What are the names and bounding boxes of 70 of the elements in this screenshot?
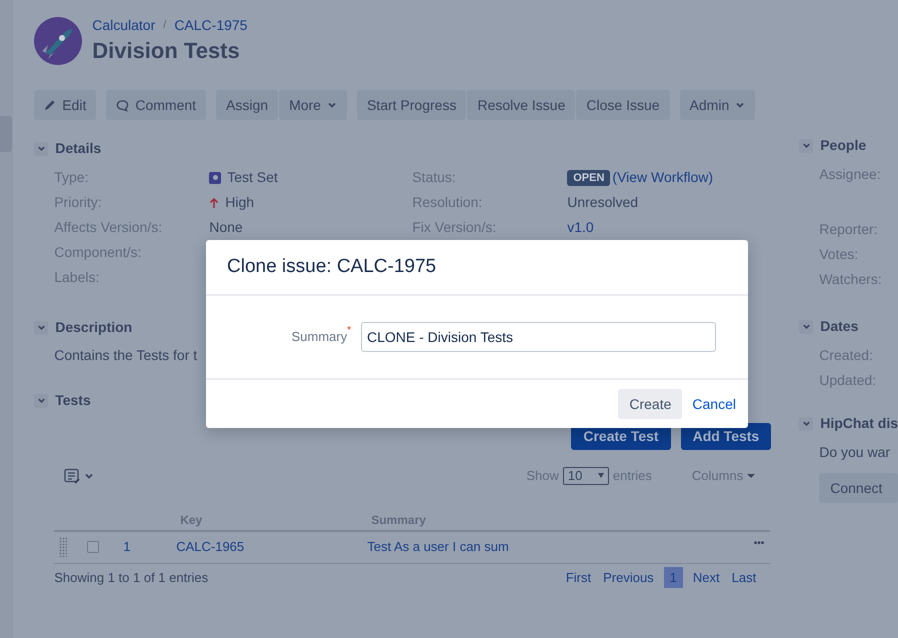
collapse-toggle[interactable] <box>799 416 814 430</box>
dropdown-icon <box>747 474 756 478</box>
toolbar-button[interactable]: Resolve Issue <box>467 90 576 120</box>
list-edit-icon <box>64 468 80 484</box>
field-value: Unresolved <box>567 193 638 212</box>
section-heading: People <box>820 136 866 155</box>
toolbar-button[interactable]: Assign <box>216 90 278 120</box>
field-label: Summary <box>291 329 348 346</box>
chevron-icon <box>802 141 811 150</box>
create-button[interactable]: Create <box>618 389 682 419</box>
page-size-select[interactable]: 10 <box>562 466 609 485</box>
toolbar-button[interactable]: Close Issue <box>576 90 670 120</box>
collapse-toggle[interactable] <box>34 320 48 334</box>
collapse-toggle[interactable] <box>799 320 814 334</box>
chevron-icon <box>36 323 46 332</box>
description-text: Contains the Tests for t <box>53 346 198 365</box>
chevron-icon <box>802 419 811 428</box>
toolbar-button[interactable]: Admin <box>680 90 756 120</box>
caret-icon <box>326 100 337 110</box>
entries-info: Showing 1 to 1 of 1 entries <box>54 568 208 587</box>
pagination-button[interactable]: 1 <box>664 567 683 588</box>
section-heading: Tests <box>55 391 91 410</box>
project-link[interactable]: Calculator <box>92 15 156 36</box>
drag-handle-icon[interactable] <box>59 537 68 557</box>
collapse-toggle[interactable] <box>34 394 48 408</box>
pencil-icon <box>44 99 56 111</box>
section-heading: Dates <box>820 317 858 336</box>
rocket-avatar-icon <box>34 16 82 64</box>
version-link[interactable]: v1.0 <box>567 217 594 238</box>
comment-icon <box>116 98 130 112</box>
test-summary-link[interactable]: Test As a user I can sum <box>367 537 509 557</box>
toolbar-button[interactable]: Edit <box>34 90 96 120</box>
row-checkbox[interactable] <box>87 541 100 553</box>
chevron-icon <box>36 396 46 405</box>
pagination-button[interactable]: Next <box>686 567 726 588</box>
caret-icon <box>735 100 746 110</box>
collapse-toggle[interactable] <box>799 138 814 152</box>
field-value: None <box>209 218 243 237</box>
dialog-title: Clone issue: CALC-1975 <box>206 240 748 296</box>
field-value: High <box>225 193 254 212</box>
pagination-button[interactable]: Last <box>726 567 762 588</box>
row-actions-button[interactable]: ••• <box>754 536 764 550</box>
up-arrow-icon <box>209 196 220 208</box>
toolbar-button[interactable]: Comment <box>106 90 206 120</box>
required-mark: * <box>347 324 351 338</box>
dropdown-icon <box>598 473 604 478</box>
collapse-toggle[interactable] <box>34 142 48 156</box>
test-set-icon <box>209 172 222 184</box>
section-heading: Description <box>55 318 132 337</box>
issue-key-link[interactable]: CALC-1965 <box>176 537 368 557</box>
toolbar-button[interactable]: More <box>279 90 347 120</box>
issue-title: Division Tests <box>92 37 241 65</box>
workflow-link[interactable]: (View Workflow) <box>612 167 714 188</box>
cancel-link[interactable]: Cancel <box>692 394 736 414</box>
chevron-icon <box>36 144 46 153</box>
issue-key-link[interactable]: CALC-1975 <box>174 15 248 36</box>
pagination-button[interactable]: First <box>560 567 598 588</box>
breadcrumb-separator: / <box>163 18 166 34</box>
edit-list-menu[interactable] <box>64 468 94 484</box>
rank-cell-text: 1 <box>123 538 132 556</box>
chevron-icon <box>802 322 811 331</box>
connect-button[interactable]: Connect <box>819 473 898 503</box>
section-heading: HipChat dis <box>820 414 898 433</box>
pagination-button[interactable]: Previous <box>597 567 660 588</box>
field-value: Test Set <box>227 168 278 187</box>
toolbar-button[interactable]: Start Progress <box>356 90 466 120</box>
status-badge: OPEN <box>567 170 610 186</box>
summary-input[interactable]: CLONE - Division Tests <box>361 322 716 352</box>
hipchat-text: Do you war <box>818 443 892 462</box>
section-heading: Details <box>55 139 102 158</box>
